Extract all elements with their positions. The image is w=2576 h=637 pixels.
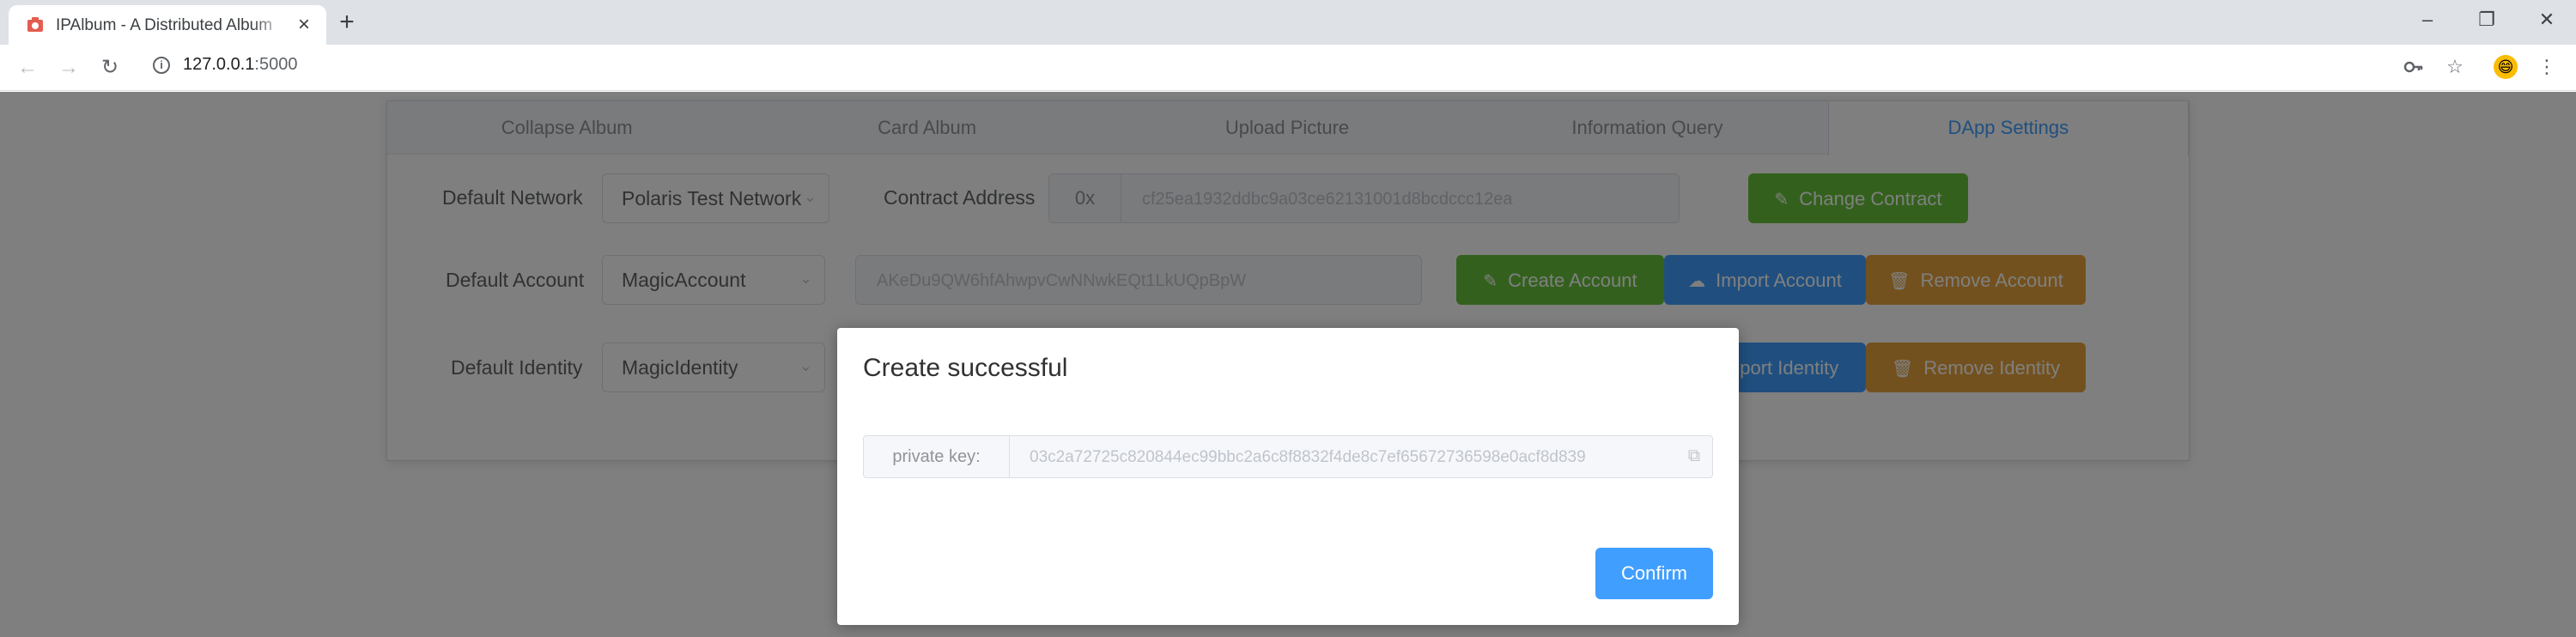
- confirm-button[interactable]: Confirm: [1595, 548, 1713, 599]
- private-key-value: 03c2a72725c820844ec99bbc2a6c8f8832f4de8c…: [1030, 448, 1586, 466]
- browser-tab-title: IPAlbum - A Distributed Album: [56, 16, 273, 34]
- address-bar[interactable]: 127.0.0.1:5000: [183, 55, 297, 75]
- avatar[interactable]: 😄: [2494, 55, 2518, 79]
- window-close-icon[interactable]: ✕: [2527, 3, 2567, 36]
- url-host: 127.0.0.1: [183, 55, 255, 74]
- private-key-label: private key:: [864, 436, 1010, 477]
- restore-icon[interactable]: ❐: [2467, 3, 2506, 36]
- browser-toolbar: ← → ↻: [0, 45, 2576, 91]
- reload-icon[interactable]: ↻: [96, 54, 124, 82]
- key-icon[interactable]: [2402, 55, 2426, 79]
- private-key-field[interactable]: private key: 03c2a72725c820844ec99bbc2a6…: [863, 435, 1713, 478]
- plus-icon[interactable]: +: [333, 9, 361, 36]
- dialog-title: Create successful: [863, 354, 1068, 382]
- arrow-left-icon[interactable]: ←: [14, 54, 41, 82]
- browser-tabstrip: IPAlbum - A Distributed Album × + – ❐ ✕: [0, 0, 2576, 45]
- browser-tab[interactable]: IPAlbum - A Distributed Album ×: [9, 5, 326, 45]
- success-dialog: Create successful private key: 03c2a7272…: [837, 328, 1739, 625]
- minimize-icon[interactable]: –: [2408, 3, 2447, 36]
- info-icon[interactable]: i: [153, 57, 170, 74]
- star-icon[interactable]: ☆: [2443, 55, 2467, 79]
- url-port: :5000: [254, 55, 298, 74]
- album-favicon-icon: [27, 17, 43, 32]
- more-vert-icon[interactable]: ⋮: [2535, 55, 2559, 79]
- arrow-right-icon[interactable]: →: [55, 54, 82, 82]
- edit-icon[interactable]: ⧉: [1688, 446, 1700, 466]
- close-icon[interactable]: ×: [292, 13, 316, 37]
